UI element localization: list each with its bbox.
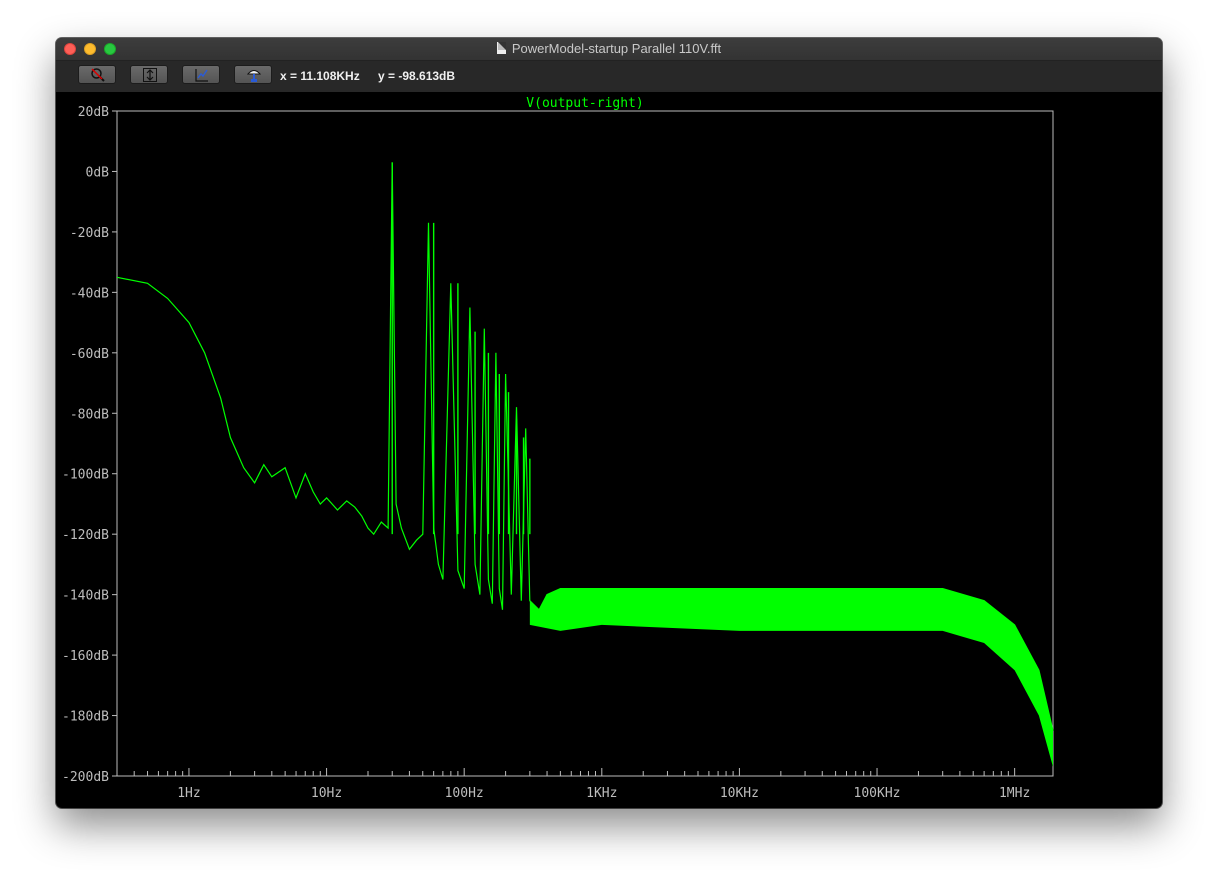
fft-chart[interactable]: V(output-right) 20dB 0dB -20dB -40dB -60dB -8… [56,92,1162,808]
fit-x-icon [195,69,208,82]
x-tick-label: 100Hz [445,786,484,801]
autorange-y-icon [143,68,157,82]
ltspice-fft-window: PowerModel-startup Parallel 110V.fft x =… [56,38,1162,808]
fit-x-button[interactable] [182,65,220,84]
x-tick-label: 100KHz [854,786,901,801]
document-icon [496,42,506,54]
cursor-x-readout: x = 11.108KHz [280,69,360,83]
fft-trace [116,162,1054,731]
y-tick-label: -100dB [62,468,109,483]
paste-probe-button[interactable] [234,65,272,84]
y-tick-label: -160dB [62,649,109,664]
window-title-text: PowerModel-startup Parallel 110V.fft [511,41,722,56]
zoom-cancel-icon [91,68,105,82]
toolbar: x = 11.108KHz y = -98.613dB [56,61,1162,92]
y-tick-label: 0dB [86,165,110,180]
y-tick-label: -200dB [62,770,109,785]
autorange-y-button[interactable] [130,65,168,84]
y-tick-label: -180dB [62,710,109,725]
noise-floor-band [529,588,1053,767]
paste-probe-icon [246,70,262,82]
x-tick-label: 10Hz [311,786,342,801]
x-tick-label: 1Hz [177,786,200,801]
title-bar: PowerModel-startup Parallel 110V.fft [56,38,1162,61]
y-tick-label: 20dB [78,105,109,120]
y-tick-label: -120dB [62,528,109,543]
y-tick-label: -80dB [70,407,109,422]
trace-label[interactable]: V(output-right) [526,96,643,111]
plot-frame [116,110,1054,777]
y-tick-label: -140dB [62,589,109,604]
x-tick-label: 10KHz [720,786,759,801]
x-tick-label: 1KHz [586,786,617,801]
window-title: PowerModel-startup Parallel 110V.fft [56,41,1162,57]
x-tick-label: 1MHz [999,786,1030,801]
y-tick-label: -40dB [70,286,109,301]
y-tick-label: -60dB [70,347,109,362]
y-tick-label: -20dB [70,226,109,241]
zoom-cancel-button[interactable] [78,65,116,84]
fft-plot-area[interactable]: V(output-right) 20dB 0dB -20dB -40dB -60dB -8… [56,92,1162,808]
cursor-y-readout: y = -98.613dB [378,69,456,83]
